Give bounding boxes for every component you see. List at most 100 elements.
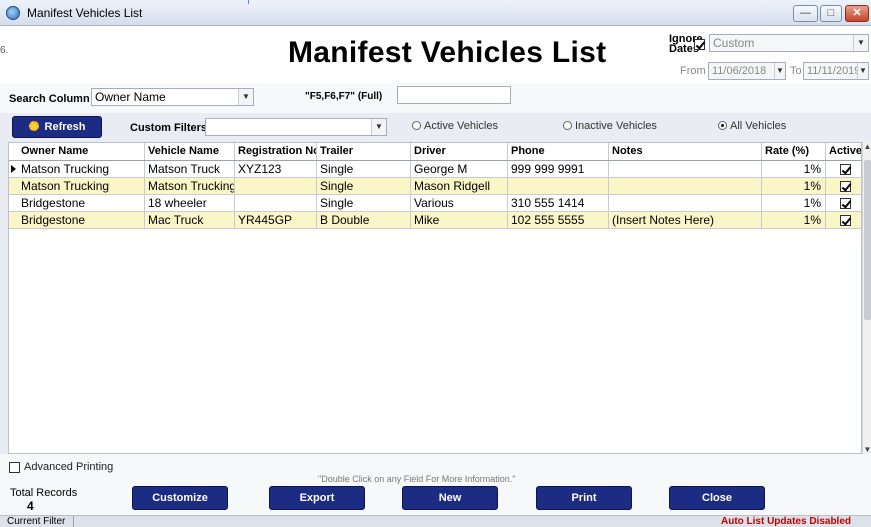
active-checkbox[interactable]: [839, 181, 851, 193]
close-button[interactable]: Close: [669, 486, 765, 510]
cell-trailer[interactable]: B Double: [317, 212, 411, 228]
page-title: Manifest Vehicles List: [288, 36, 607, 69]
cell-rate[interactable]: 1%: [762, 161, 826, 177]
table-scrollbar[interactable]: ▲ ▼: [862, 142, 871, 454]
cell-vehicle[interactable]: Matson Trucking 2: [145, 178, 235, 194]
to-date-field[interactable]: 11/11/2019 ▼: [803, 62, 869, 80]
cell-trailer[interactable]: Single: [317, 195, 411, 211]
radio-all-label: All Vehicles: [730, 120, 787, 132]
col-active[interactable]: Active: [826, 143, 861, 160]
refresh-button[interactable]: Refresh: [12, 116, 102, 138]
to-date-value: 11/11/2019: [807, 65, 861, 77]
from-date-field[interactable]: 11/06/2018 ▼: [708, 62, 786, 80]
close-window-button[interactable]: ✕: [845, 5, 869, 22]
cell-owner[interactable]: Bridgestone: [9, 212, 145, 228]
ignore-dates-checkbox[interactable]: [694, 39, 705, 50]
print-button[interactable]: Print: [536, 486, 632, 510]
col-owner-name[interactable]: Owner Name: [9, 143, 145, 160]
col-rate[interactable]: Rate (%): [762, 143, 826, 160]
export-button[interactable]: Export: [269, 486, 365, 510]
cell-rate[interactable]: 1%: [762, 195, 826, 211]
cell-driver[interactable]: George M: [411, 161, 508, 177]
chevron-down-icon[interactable]: ▼: [774, 63, 785, 79]
customize-button[interactable]: Customize: [132, 486, 228, 510]
cell-phone[interactable]: 999 999 9991: [508, 161, 609, 177]
cell-registration[interactable]: YR445GP: [235, 212, 317, 228]
scroll-down-icon[interactable]: ▼: [863, 445, 871, 454]
edge-marker: 6.: [0, 45, 9, 56]
table-row[interactable]: Bridgestone Mac Truck YR445GP B Double Mike 1…: [9, 212, 861, 229]
from-label: From: [680, 65, 706, 77]
cell-phone[interactable]: 102 555 5555: [508, 212, 609, 228]
active-checkbox[interactable]: [839, 215, 851, 227]
cell-trailer[interactable]: Single: [317, 178, 411, 194]
col-registration-no[interactable]: Registration No: [235, 143, 317, 160]
advanced-printing-checkbox[interactable]: [9, 461, 20, 473]
chevron-down-icon[interactable]: ▼: [371, 119, 386, 135]
search-input[interactable]: [397, 86, 511, 104]
chevron-down-icon[interactable]: ▼: [853, 35, 868, 51]
cell-owner[interactable]: Matson Trucking: [9, 161, 145, 177]
cell-notes[interactable]: [609, 195, 762, 211]
cell-driver[interactable]: Various: [411, 195, 508, 211]
table-header: Owner Name Vehicle Name Registration No …: [9, 143, 861, 161]
to-label: To: [790, 65, 802, 77]
date-mode-select[interactable]: Custom ▼: [709, 34, 869, 52]
window-title: Manifest Vehicles List: [27, 6, 143, 20]
cell-vehicle[interactable]: Matson Truck: [145, 161, 235, 177]
cell-notes[interactable]: [609, 178, 762, 194]
cell-registration[interactable]: XYZ123: [235, 161, 317, 177]
cell-rate[interactable]: 1%: [762, 178, 826, 194]
cell-driver[interactable]: Mason Ridgell: [411, 178, 508, 194]
cell-notes[interactable]: (Insert Notes Here): [609, 212, 762, 228]
custom-filters-select[interactable]: ▼: [205, 118, 387, 136]
cell-active[interactable]: [826, 178, 861, 194]
search-column-select[interactable]: Owner Name ▼: [91, 88, 254, 106]
radio-active-vehicles[interactable]: Active Vehicles: [412, 120, 498, 132]
col-notes[interactable]: Notes: [609, 143, 762, 160]
search-column-value: Owner Name: [95, 90, 166, 104]
cell-registration[interactable]: [235, 178, 317, 194]
vehicles-table[interactable]: Owner Name Vehicle Name Registration No …: [8, 142, 862, 454]
current-filter-label[interactable]: Current Filter: [7, 516, 75, 527]
table-row[interactable]: Matson Trucking Matson Truck XYZ123 Single G…: [9, 161, 861, 178]
cell-active[interactable]: [826, 161, 861, 177]
new-button[interactable]: New: [402, 486, 498, 510]
col-vehicle-name[interactable]: Vehicle Name: [145, 143, 235, 160]
cell-driver[interactable]: Mike: [411, 212, 508, 228]
from-date-value: 11/06/2018: [712, 65, 767, 77]
active-checkbox[interactable]: [839, 198, 851, 210]
cell-trailer[interactable]: Single: [317, 161, 411, 177]
total-records-label: Total Records: [10, 487, 78, 499]
cell-active[interactable]: [826, 195, 861, 211]
cell-owner[interactable]: Bridgestone: [9, 195, 145, 211]
table-row[interactable]: Matson TruckingMatson Trucking 2 SingleMa…: [9, 178, 861, 195]
cell-active[interactable]: [826, 212, 861, 228]
radio-circle-icon: [563, 121, 572, 130]
col-phone[interactable]: Phone: [508, 143, 609, 160]
radio-inactive-vehicles[interactable]: Inactive Vehicles: [563, 120, 657, 132]
minimize-button[interactable]: —: [793, 5, 818, 22]
scroll-up-icon[interactable]: ▲: [863, 142, 871, 151]
advanced-printing-toggle[interactable]: Advanced Printing: [9, 461, 113, 473]
cell-rate[interactable]: 1%: [762, 212, 826, 228]
restore-button[interactable]: □: [820, 5, 842, 22]
search-column-label: Search Column: [9, 93, 90, 105]
scrollbar-thumb[interactable]: [864, 160, 871, 320]
cell-phone[interactable]: [508, 178, 609, 194]
radio-all-vehicles[interactable]: All Vehicles: [718, 120, 786, 132]
col-trailer[interactable]: Trailer: [317, 143, 411, 160]
cell-notes[interactable]: [609, 161, 762, 177]
active-checkbox[interactable]: [839, 164, 851, 176]
chevron-down-icon[interactable]: ▼: [857, 63, 868, 79]
cell-vehicle[interactable]: Mac Truck: [145, 212, 235, 228]
cell-phone[interactable]: 310 555 1414: [508, 195, 609, 211]
cell-registration[interactable]: [235, 195, 317, 211]
table-row[interactable]: Bridgestone 18 wheeler Single Various 310 55…: [9, 195, 861, 212]
col-driver[interactable]: Driver: [411, 143, 508, 160]
divider: [248, 0, 249, 4]
chevron-down-icon[interactable]: ▼: [238, 89, 253, 105]
status-bar: Current Filter Auto List Updates Disable…: [0, 515, 871, 527]
cell-vehicle[interactable]: 18 wheeler: [145, 195, 235, 211]
cell-owner[interactable]: Matson Trucking: [9, 178, 145, 194]
